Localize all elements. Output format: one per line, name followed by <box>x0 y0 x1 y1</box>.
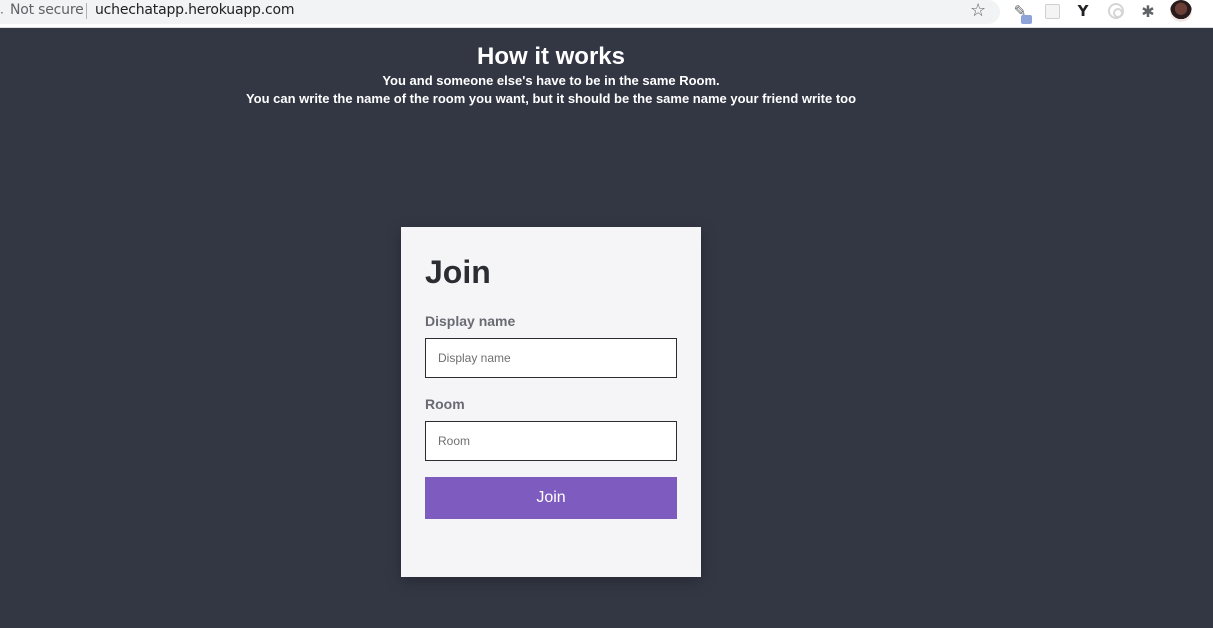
target-extension-icon[interactable] <box>1106 1 1126 21</box>
address-bar[interactable]: · Not secure uchechatapp.herokuapp.com ☆ <box>0 0 1000 24</box>
grid-extension-icon[interactable] <box>1042 1 1062 21</box>
security-indicator-icon[interactable]: · <box>0 6 4 20</box>
y-extension-icon[interactable]: Y <box>1073 1 1093 21</box>
how-it-works-section: How it works You and someone else's have… <box>0 42 1102 108</box>
join-card: Join Display name Room Join <box>401 227 701 577</box>
url-text[interactable]: uchechatapp.herokuapp.com <box>95 2 294 18</box>
puzzle-extension-icon[interactable]: ✱ <box>1138 1 1158 21</box>
extension-badge <box>1021 15 1032 24</box>
instruction-line-2: You can write the name of the room you w… <box>245 91 857 106</box>
address-separator <box>86 3 87 19</box>
browser-toolbar: · Not secure uchechatapp.herokuapp.com ☆… <box>0 0 1213 28</box>
room-input[interactable] <box>425 421 677 461</box>
room-label: Room <box>425 396 465 412</box>
avatar[interactable] <box>1170 0 1192 22</box>
how-it-works-title: How it works <box>476 43 626 70</box>
pin-extension-icon[interactable]: ✎ <box>1010 1 1032 24</box>
menu-icon[interactable]: ⋮ <box>1206 1 1213 19</box>
security-label[interactable]: Not secure <box>10 2 84 18</box>
display-name-label: Display name <box>425 313 516 329</box>
star-icon[interactable]: ☆ <box>970 0 986 21</box>
instruction-line-1: You and someone else's have to be in the… <box>382 73 720 88</box>
join-heading: Join <box>425 254 491 290</box>
join-button[interactable]: Join <box>425 477 677 519</box>
display-name-input[interactable] <box>425 338 677 378</box>
